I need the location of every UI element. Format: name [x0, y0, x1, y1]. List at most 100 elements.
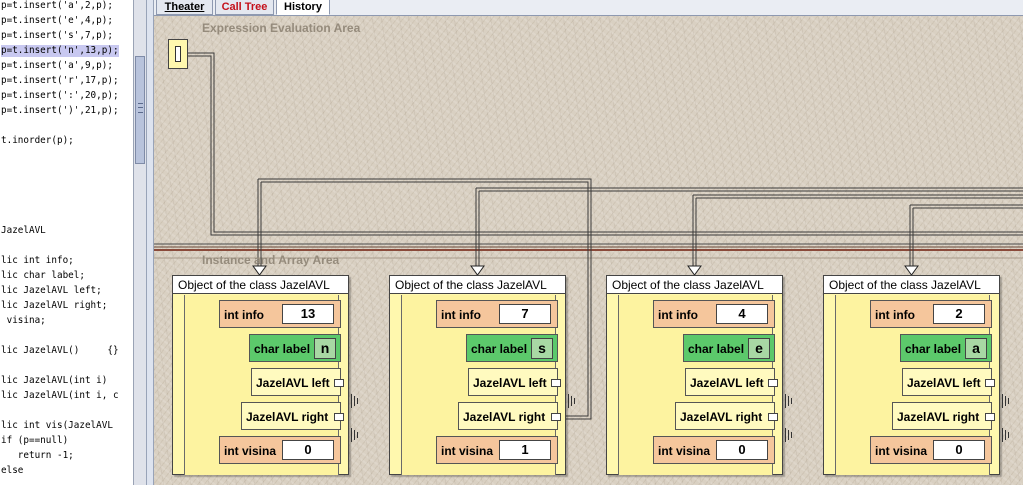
code-line[interactable]: p=t.insert('a',2,p); — [1, 0, 113, 12]
field-label: int info — [658, 308, 698, 322]
field-label: int visina — [658, 444, 711, 458]
code-line[interactable]: lic JazelAVL() {} — [1, 345, 119, 357]
field-value: 2 — [933, 304, 985, 324]
code-line[interactable]: p=t.insert('e',4,p); — [1, 15, 113, 27]
field-label: JazelAVL right — [463, 410, 546, 424]
expression-reference-handle[interactable] — [168, 39, 188, 69]
code-line[interactable]: lic JazelAVL left; — [1, 285, 102, 297]
object-box[interactable]: Object of the class JazelAVL int info 7 c… — [389, 275, 575, 475]
field-label: int info — [441, 308, 481, 322]
tab-history[interactable]: History — [276, 0, 330, 15]
code-line[interactable]: p=t.insert(')',21,p); — [1, 105, 119, 117]
object-title: Object of the class JazelAVL — [824, 276, 999, 294]
tab-call-tree[interactable]: Call Tree — [215, 0, 274, 15]
code-line[interactable]: p=t.insert(':',20,p); — [1, 90, 119, 102]
reference-handle-icon[interactable] — [985, 413, 995, 421]
reference-handle-icon[interactable] — [551, 379, 561, 387]
field-label: int info — [875, 308, 915, 322]
field-value: 0 — [933, 440, 985, 460]
code-editor[interactable]: p=t.insert('a',2,p); p=t.insert('e',4,p);… — [0, 0, 133, 485]
reference-handle-icon[interactable] — [985, 379, 995, 387]
null-reference-icon — [782, 394, 794, 408]
reference-handle-icon[interactable] — [768, 413, 778, 421]
null-reference-icon — [565, 394, 577, 408]
code-line[interactable]: p=t.insert('a',9,p); — [1, 60, 113, 72]
theater-area: Expression Evaluation Area Instance and … — [154, 16, 1023, 485]
field-label-char: char label e — [683, 334, 775, 362]
code-line[interactable]: JazelAVL — [1, 225, 46, 237]
code-line[interactable]: p=t.insert('n',13,p); — [1, 45, 119, 57]
field-value: 0 — [282, 440, 334, 460]
null-reference-icon — [782, 428, 794, 442]
reference-handle-icon[interactable] — [768, 379, 778, 387]
null-reference-icon — [348, 428, 360, 442]
field-label: char label — [688, 342, 745, 356]
scrollbar-grip-icon — [138, 103, 143, 113]
field-right: JazelAVL right — [892, 402, 995, 430]
field-value: 0 — [716, 440, 768, 460]
field-visina: int visina 0 — [870, 436, 992, 464]
field-label: JazelAVL right — [680, 410, 763, 424]
code-line[interactable]: visina; — [1, 315, 46, 327]
code-line[interactable]: lic JazelAVL right; — [1, 300, 107, 312]
field-label: int visina — [875, 444, 928, 458]
field-visina: int visina 0 — [219, 436, 341, 464]
field-value: 7 — [499, 304, 551, 324]
field-info: int info 4 — [653, 300, 775, 328]
code-line[interactable]: if (p==null) — [1, 435, 68, 447]
field-label: int info — [224, 308, 264, 322]
field-left: JazelAVL left — [468, 368, 561, 396]
code-line[interactable]: lic JazelAVL(int i) — [1, 375, 107, 387]
code-line[interactable]: return -1; — [1, 450, 74, 462]
reference-handle-icon[interactable] — [334, 413, 344, 421]
field-label-char: char label s — [466, 334, 558, 362]
field-value: a — [965, 338, 987, 359]
code-scrollbar[interactable] — [133, 0, 147, 485]
field-label-char: char label a — [900, 334, 992, 362]
code-line[interactable]: p=t.insert('s',7,p); — [1, 30, 113, 42]
code-line[interactable]: p=t.insert('r',17,p); — [1, 75, 119, 87]
field-left: JazelAVL left — [902, 368, 995, 396]
field-label-char: char label n — [249, 334, 341, 362]
field-label: JazelAVL right — [897, 410, 980, 424]
code-line[interactable]: lic JazelAVL(int i, c — [1, 390, 119, 402]
code-scrollbar-thumb[interactable] — [135, 56, 145, 164]
field-left: JazelAVL left — [685, 368, 778, 396]
null-reference-icon — [348, 394, 360, 408]
code-line[interactable]: lic char label; — [1, 270, 85, 282]
object-box[interactable]: Object of the class JazelAVL int info 4 c… — [606, 275, 792, 475]
field-label: JazelAVL left — [690, 376, 764, 390]
object-box[interactable]: Object of the class JazelAVL int info 13 … — [172, 275, 358, 475]
field-value: s — [531, 338, 553, 359]
field-visina: int visina 0 — [653, 436, 775, 464]
field-label: JazelAVL left — [256, 376, 330, 390]
tab-theater[interactable]: Theater — [156, 0, 213, 15]
code-line[interactable]: else — [1, 465, 23, 477]
object-title: Object of the class JazelAVL — [390, 276, 565, 294]
field-value: e — [748, 338, 770, 359]
field-label: char label — [254, 342, 311, 356]
panel-splitter[interactable] — [146, 0, 154, 485]
instance-area-title: Instance and Array Area — [202, 253, 340, 267]
code-line[interactable]: t.inorder(p); — [1, 135, 74, 147]
field-info: int info 7 — [436, 300, 558, 328]
tab-theater-label: Theater — [164, 1, 205, 13]
tab-bar: Theater Call Tree History — [154, 0, 1023, 16]
field-info: int info 13 — [219, 300, 341, 328]
object-box[interactable]: Object of the class JazelAVL int info 2 c… — [823, 275, 1009, 475]
field-label: char label — [905, 342, 962, 356]
reference-handle-icon[interactable] — [551, 413, 561, 421]
object-title: Object of the class JazelAVL — [173, 276, 348, 294]
field-value: 13 — [282, 304, 334, 324]
reference-handle-icon[interactable] — [334, 379, 344, 387]
code-line[interactable]: lic int info; — [1, 255, 74, 267]
field-value: 1 — [499, 440, 551, 460]
field-right: JazelAVL right — [458, 402, 561, 430]
code-line[interactable]: lic int vis(JazelAVL — [1, 420, 113, 432]
field-left: JazelAVL left — [251, 368, 344, 396]
null-reference-icon — [999, 394, 1011, 408]
handle-knob-icon — [175, 46, 181, 62]
field-label: JazelAVL left — [907, 376, 981, 390]
field-value: 4 — [716, 304, 768, 324]
field-label: JazelAVL left — [473, 376, 547, 390]
